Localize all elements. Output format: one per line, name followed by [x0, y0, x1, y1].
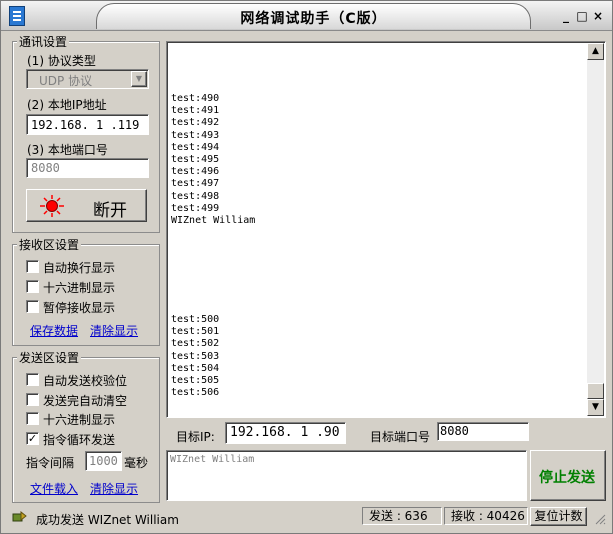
- send-option-label: 十六进制显示: [43, 413, 116, 427]
- status-message: 成功发送 WIZnet William: [36, 513, 179, 527]
- receive-checkbox[interactable]: [26, 260, 39, 273]
- maximize-button[interactable]: □: [575, 9, 589, 23]
- clear-receive-link[interactable]: 清除显示: [90, 322, 138, 339]
- send-checkbox[interactable]: [26, 373, 39, 386]
- receive-checkbox[interactable]: [26, 280, 39, 293]
- received-line: test:491: [171, 105, 220, 117]
- received-line: test:492: [171, 117, 220, 129]
- local-ip-value: 192.168. 1 .119: [31, 118, 140, 132]
- received-line: test:506: [171, 387, 220, 399]
- send-status-icon: [11, 510, 27, 523]
- chevron-down-icon[interactable]: ▼: [131, 71, 147, 87]
- receive-text-area[interactable]: test:490 test:491 test:492 test:493 test:494…: [166, 41, 606, 418]
- sent-count: 发送 : 636: [369, 509, 428, 523]
- received-line: test:501: [171, 326, 220, 338]
- send-settings-title: 发送区设置: [17, 349, 82, 366]
- received-line: test:497: [171, 178, 220, 190]
- stop-send-label: 停止发送: [539, 470, 595, 486]
- disconnect-label: 断开: [93, 201, 127, 221]
- recv-count: 接收 : 40426: [451, 509, 525, 523]
- received-line: test:502: [171, 338, 220, 350]
- send-option-label: 自动发送校验位: [43, 374, 128, 388]
- save-data-link[interactable]: 保存数据: [30, 322, 78, 339]
- sent-count-panel: 发送 : 636: [362, 507, 442, 525]
- receive-option-label: 暂停接收显示: [43, 301, 116, 315]
- send-checkbox[interactable]: ✓: [26, 431, 39, 445]
- received-line: test:494: [171, 141, 220, 153]
- clear-send-link[interactable]: 清除显示: [90, 480, 138, 497]
- target-port-value: 8080: [440, 424, 469, 438]
- disconnect-button[interactable]: 断开: [26, 189, 147, 222]
- receive-checkbox[interactable]: [26, 300, 39, 313]
- received-line: test:490: [171, 93, 220, 104]
- interval-label: 指令间隔: [26, 456, 75, 470]
- reset-count-button[interactable]: 复位计数: [530, 507, 587, 526]
- received-line: test:496: [171, 166, 220, 178]
- protocol-value: UDP 协议: [39, 74, 93, 88]
- send-checkbox[interactable]: [26, 392, 39, 406]
- received-line: test:503: [171, 350, 220, 362]
- target-port-label: 目标端口号: [370, 430, 431, 444]
- interval-unit: 毫秒: [124, 456, 149, 470]
- receive-option-label: 自动换行显示: [43, 261, 116, 275]
- received-line: test:504: [171, 362, 220, 374]
- scroll-down-icon[interactable]: ▼: [587, 399, 604, 416]
- target-ip-value: 192.168. 1 .90: [230, 425, 340, 440]
- received-line: test:495: [171, 154, 220, 165]
- local-port-value: 8080: [31, 161, 60, 175]
- app-icon: [9, 6, 25, 26]
- scroll-thumb[interactable]: [587, 383, 604, 399]
- received-line: WIZnet William: [171, 215, 256, 226]
- title-tab: 网络调试助手（C版）: [96, 3, 531, 29]
- window-title: 网络调试助手（C版）: [240, 11, 387, 27]
- received-line: test:500: [171, 314, 220, 325]
- load-file-link[interactable]: 文件载入: [30, 480, 78, 497]
- target-ip-label: 目标IP:: [176, 430, 215, 444]
- send-checkbox[interactable]: [26, 412, 39, 425]
- receive-option-label: 十六进制显示: [43, 281, 116, 295]
- send-text: WIZnet William: [170, 454, 255, 465]
- send-text-area[interactable]: WIZnet William: [166, 450, 527, 501]
- receive-settings-title: 接收区设置: [17, 236, 82, 253]
- interval-field[interactable]: 1000: [85, 451, 122, 471]
- received-line: test:498: [171, 190, 220, 202]
- received-line: test:493: [171, 129, 220, 141]
- received-line: test:499: [171, 202, 220, 214]
- stop-send-button[interactable]: 停止发送: [530, 450, 606, 501]
- local-ip-field[interactable]: 192.168. 1 .119: [26, 114, 149, 135]
- target-port-field[interactable]: 8080: [437, 422, 529, 441]
- protocol-select[interactable]: UDP 协议 ▼: [26, 69, 149, 89]
- title-bar[interactable]: 网络调试助手（C版） _ □ ×: [1, 1, 612, 31]
- received-line: test:505: [171, 375, 220, 386]
- local-ip-label: (2) 本地IP地址: [27, 98, 107, 112]
- minimize-button[interactable]: _: [559, 9, 573, 23]
- protocol-label: (1) 协议类型: [27, 54, 96, 68]
- recv-count-panel: 接收 : 40426: [444, 507, 528, 525]
- local-port-field[interactable]: 8080: [26, 158, 149, 178]
- resize-grip-icon[interactable]: [594, 513, 606, 525]
- send-option-label: 指令循环发送: [43, 432, 116, 447]
- local-port-label: (3) 本地端口号: [27, 143, 108, 157]
- comm-settings-title: 通讯设置: [17, 33, 70, 50]
- interval-value: 1000: [89, 454, 118, 468]
- close-button[interactable]: ×: [591, 9, 605, 23]
- vertical-scrollbar[interactable]: ▲ ▼: [587, 43, 604, 416]
- send-option-label: 发送完自动清空: [43, 393, 128, 408]
- scroll-up-icon[interactable]: ▲: [587, 43, 604, 60]
- target-ip-field[interactable]: 192.168. 1 .90: [225, 422, 346, 444]
- main-window: 网络调试助手（C版） _ □ × 通讯设置 (1) 协议类型 UDP 协议 ▼ …: [0, 0, 613, 534]
- led-icon: [40, 195, 64, 217]
